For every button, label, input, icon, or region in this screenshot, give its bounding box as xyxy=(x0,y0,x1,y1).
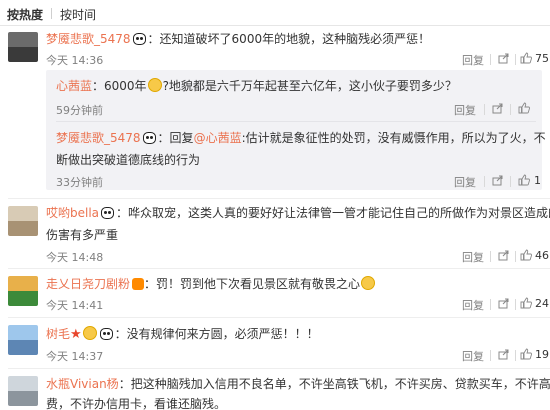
like-icon[interactable] xyxy=(520,348,532,360)
comment-time: 今天 14:48 xyxy=(46,251,104,264)
comment-text-cont: 费，不许办信用卡，看谁还脑残。 xyxy=(46,397,227,410)
nested-reply-text-cont: 断做出突破道德底线的行为 xyxy=(56,153,201,167)
comment-divider xyxy=(8,268,550,269)
like-count: 24 xyxy=(535,297,549,310)
nested-reply-time: 33分钟前 xyxy=(56,176,103,189)
like-count: 46 xyxy=(535,249,549,262)
share-icon[interactable] xyxy=(492,102,504,114)
share-icon[interactable] xyxy=(498,249,510,261)
action-separator xyxy=(515,251,516,262)
action-separator xyxy=(484,104,485,115)
like-icon[interactable] xyxy=(520,297,532,309)
action-separator xyxy=(510,176,511,187)
comment-time: 今天 14:41 xyxy=(46,299,104,312)
share-icon[interactable] xyxy=(498,52,510,64)
comment-username[interactable]: 走乂日尧刀剧粉 xyxy=(46,277,130,291)
smile-emoji-icon xyxy=(361,276,376,290)
reply-button[interactable]: 回复 xyxy=(454,174,476,190)
nested-reply-username[interactable]: 梦魇悲歌_5478 xyxy=(56,131,141,145)
share-icon[interactable] xyxy=(498,297,510,309)
action-separator xyxy=(490,54,491,65)
comment-text: 走乂日尧刀剧粉 ：罚！罚到他下次看见景区就有敬畏之心 xyxy=(46,276,376,292)
avatar[interactable] xyxy=(8,376,38,406)
comment-username[interactable]: 梦魇悲歌_5478 xyxy=(46,32,131,46)
avatar[interactable] xyxy=(8,325,38,355)
avatar[interactable] xyxy=(8,32,38,62)
vip-badge-icon xyxy=(132,278,145,290)
like-count: 75 xyxy=(535,52,549,65)
action-separator xyxy=(510,104,511,115)
heart-eyes-emoji-icon xyxy=(82,326,97,340)
panda-emoji-icon xyxy=(142,132,156,144)
tab-divider xyxy=(51,8,52,19)
avatar[interactable] xyxy=(8,276,38,306)
panda-emoji-icon xyxy=(99,328,113,340)
like-icon[interactable] xyxy=(518,174,530,186)
nested-reply-text: 梦魇悲歌_5478 ：回复@心茜蓝:估计就是象征性的处罚，没有威慑作用，所以为了火… xyxy=(56,131,546,145)
nested-divider xyxy=(56,121,536,122)
reply-button[interactable]: 回复 xyxy=(462,348,484,364)
sort-tabs: 按热度 按时间 xyxy=(0,0,550,26)
like-count: 1 xyxy=(534,174,541,187)
nested-reply-username[interactable]: 心茜蓝 xyxy=(56,79,92,93)
comment-username[interactable]: 树毛 xyxy=(46,327,70,341)
action-separator xyxy=(515,350,516,361)
comment-time: 今天 14:37 xyxy=(46,350,104,363)
reply-button[interactable]: 回复 xyxy=(454,102,476,118)
action-separator xyxy=(515,299,516,310)
tab-sort-hot[interactable]: 按热度 xyxy=(7,6,43,23)
action-separator xyxy=(490,299,491,310)
share-icon[interactable] xyxy=(492,174,504,186)
comment-username[interactable]: 哎哟bella xyxy=(46,206,99,220)
like-icon[interactable] xyxy=(518,102,530,114)
tab-sort-time[interactable]: 按时间 xyxy=(60,6,96,23)
action-separator xyxy=(490,251,491,262)
action-separator xyxy=(484,176,485,187)
nested-reply-text: 心茜蓝：6000年 ?地貌都是六千万年起甚至六亿年，这小伙子要罚多少？ xyxy=(56,78,457,93)
reply-button[interactable]: 回复 xyxy=(462,52,484,68)
reply-button[interactable]: 回复 xyxy=(462,297,484,313)
laugh-emoji-icon xyxy=(147,78,162,92)
panda-emoji-icon xyxy=(101,207,115,219)
comment-text: 水瓶Vivian杨：把这种脑残加入信用不良名单，不许坐高铁飞机，不许买房、贷款买… xyxy=(46,377,550,391)
comment-text-cont: 伤害有多严重 xyxy=(46,228,119,242)
comment-divider xyxy=(8,317,550,318)
comment-divider xyxy=(8,198,550,199)
comment-text: 梦魇悲歌_5478 ：还知道破坏了6000年的地貌，这种脑残必须严惩！ xyxy=(46,32,431,46)
avatar[interactable] xyxy=(8,206,38,236)
reply-button[interactable]: 回复 xyxy=(462,249,484,265)
mention-link[interactable]: @心茜蓝 xyxy=(194,131,242,145)
share-icon[interactable] xyxy=(498,348,510,360)
like-icon[interactable] xyxy=(520,52,532,64)
comment-text: 树毛★ ：没有规律何来方圆，必须严惩！！！ xyxy=(46,326,319,342)
spacer xyxy=(505,52,506,53)
comment-username[interactable]: 水瓶Vivian杨 xyxy=(46,377,119,391)
nested-reply-time: 59分钟前 xyxy=(56,104,103,117)
panda-emoji-icon xyxy=(132,33,146,45)
like-icon[interactable] xyxy=(520,249,532,261)
like-count: 19 xyxy=(535,348,549,361)
star-badge-icon: ★ xyxy=(70,327,82,342)
comment-text: 哎哟bella ：哗众取宠，这类人真的要好好让法律管一管才能记住自己的所做作为对景… xyxy=(46,206,550,220)
comment-time: 今天 14:36 xyxy=(46,54,104,67)
action-separator xyxy=(515,54,516,65)
comment-divider xyxy=(8,368,550,369)
action-separator xyxy=(490,350,491,361)
